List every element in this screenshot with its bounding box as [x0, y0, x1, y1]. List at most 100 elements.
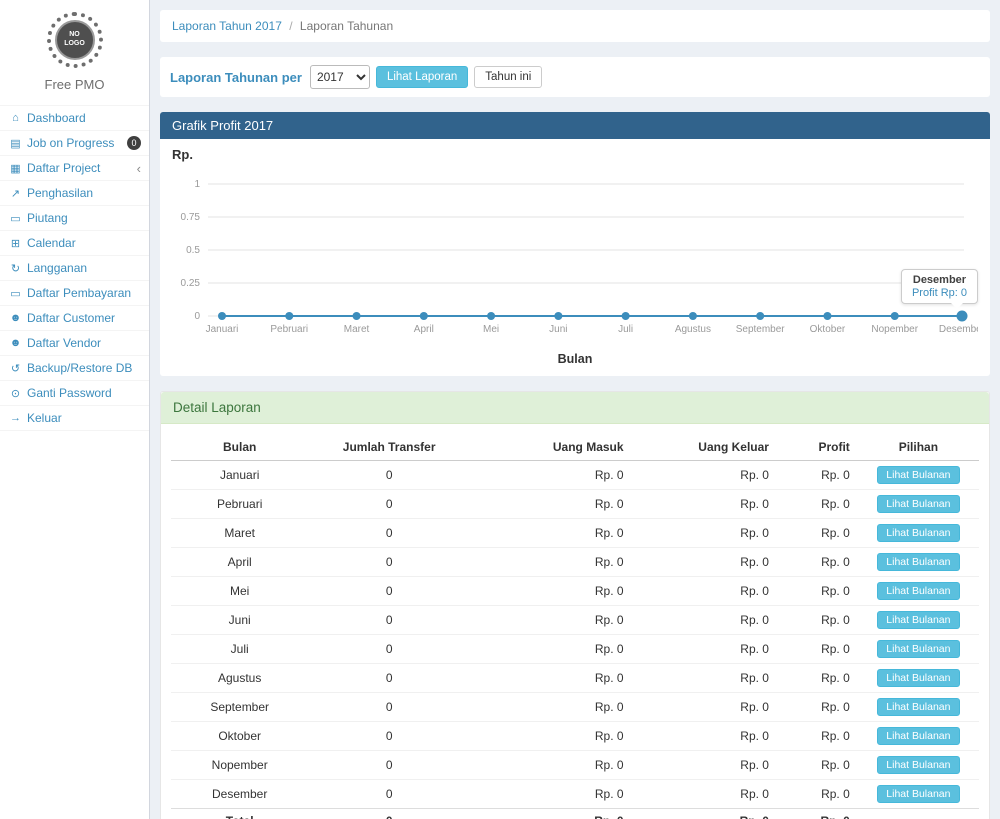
sign-out-icon: →: [8, 412, 23, 424]
tooltip-month: Desember: [912, 274, 967, 286]
sidebar-item-daftar-customer[interactable]: ☻Daftar Customer: [0, 306, 149, 331]
sidebar-item-label: Penghasilan: [27, 186, 93, 200]
chart-point[interactable]: [891, 312, 899, 320]
cell-bulan: Juni: [171, 606, 308, 635]
table-row: Oktober0Rp. 0Rp. 0Rp. 0Lihat Bulanan: [171, 722, 979, 751]
cell-pilihan: Lihat Bulanan: [858, 635, 979, 664]
year-select[interactable]: 2017: [310, 65, 370, 89]
tooltip-value: Profit Rp: 0: [912, 287, 967, 299]
chart-point[interactable]: [957, 311, 968, 322]
sidebar-menu: ⌂Dashboard▤Job on Progress0▦Daftar Proje…: [0, 105, 149, 431]
chart-point[interactable]: [554, 312, 562, 320]
profit-chart-svg: 00.250.50.751JanuariPebruariMaretAprilMe…: [172, 166, 978, 350]
chart-point[interactable]: [353, 312, 361, 320]
brand-name: Free PMO: [0, 77, 149, 92]
table-row: Nopember0Rp. 0Rp. 0Rp. 0Lihat Bulanan: [171, 751, 979, 780]
sidebar-item-calendar[interactable]: ⊞Calendar: [0, 231, 149, 256]
x-tick-label: Juli: [618, 324, 633, 335]
lihat-bulanan-button[interactable]: Lihat Bulanan: [877, 582, 959, 600]
chart-point[interactable]: [218, 312, 226, 320]
lihat-bulanan-button[interactable]: Lihat Bulanan: [877, 524, 959, 542]
chart-point[interactable]: [823, 312, 831, 320]
y-tick-label: 0.5: [186, 245, 200, 256]
sidebar-item-langganan[interactable]: ↻Langganan: [0, 256, 149, 281]
chart-point[interactable]: [420, 312, 428, 320]
sidebar-item-daftar-pembayaran[interactable]: ▭Daftar Pembayaran: [0, 281, 149, 306]
cell-profit: Rp. 0: [777, 664, 858, 693]
sidebar-item-keluar[interactable]: →Keluar: [0, 406, 149, 431]
sidebar-item-label: Piutang: [27, 211, 68, 225]
lihat-bulanan-button[interactable]: Lihat Bulanan: [877, 495, 959, 513]
sidebar-item-dashboard[interactable]: ⌂Dashboard: [0, 106, 149, 131]
lihat-bulanan-button[interactable]: Lihat Bulanan: [877, 669, 959, 687]
chart-point[interactable]: [622, 312, 630, 320]
x-tick-label: Oktober: [810, 324, 846, 335]
cell-keluar: Rp. 0: [632, 635, 777, 664]
sidebar-item-ganti-password[interactable]: ⊙Ganti Password: [0, 381, 149, 406]
sidebar-item-daftar-vendor[interactable]: ☻Daftar Vendor: [0, 331, 149, 356]
lihat-bulanan-button[interactable]: Lihat Bulanan: [877, 698, 959, 716]
column-header-jumlah-transfer: Jumlah Transfer: [308, 434, 470, 461]
sidebar-item-backup-restore-db[interactable]: ↺Backup/Restore DB: [0, 356, 149, 381]
cell-pilihan: Lihat Bulanan: [858, 548, 979, 577]
cell-pilihan: Lihat Bulanan: [858, 780, 979, 809]
lihat-bulanan-button[interactable]: Lihat Bulanan: [877, 727, 959, 745]
cell-masuk: Rp. 0: [470, 751, 632, 780]
lihat-bulanan-button[interactable]: Lihat Bulanan: [877, 611, 959, 629]
cell-keluar: Rp. 0: [632, 780, 777, 809]
cell-bulan: September: [171, 693, 308, 722]
lihat-bulanan-button[interactable]: Lihat Bulanan: [877, 785, 959, 803]
detail-table: BulanJumlah TransferUang MasukUang Kelua…: [171, 434, 979, 819]
cell-transfer: 0: [308, 635, 470, 664]
cell-bulan: April: [171, 548, 308, 577]
cell-bulan: Oktober: [171, 722, 308, 751]
breadcrumb-link[interactable]: Laporan Tahun 2017: [172, 19, 282, 33]
sidebar-item-label: Job on Progress: [27, 136, 114, 150]
lihat-bulanan-button[interactable]: Lihat Bulanan: [877, 466, 959, 484]
cell-bulan: Mei: [171, 577, 308, 606]
column-header-pilihan: Pilihan: [858, 434, 979, 461]
total-profit: Rp. 0: [777, 809, 858, 819]
column-header-bulan: Bulan: [171, 434, 308, 461]
cell-masuk: Rp. 0: [470, 606, 632, 635]
column-header-profit: Profit: [777, 434, 858, 461]
table-row: Mei0Rp. 0Rp. 0Rp. 0Lihat Bulanan: [171, 577, 979, 606]
logo-area: NO LOGO Free PMO: [0, 0, 149, 98]
cell-bulan: Agustus: [171, 664, 308, 693]
lihat-bulanan-button[interactable]: Lihat Bulanan: [877, 640, 959, 658]
x-tick-label: Juni: [549, 324, 567, 335]
cell-transfer: 0: [308, 751, 470, 780]
cell-keluar: Rp. 0: [632, 693, 777, 722]
calendar-icon: ⊞: [8, 237, 23, 250]
table-row: September0Rp. 0Rp. 0Rp. 0Lihat Bulanan: [171, 693, 979, 722]
cell-profit: Rp. 0: [777, 693, 858, 722]
table-row: April0Rp. 0Rp. 0Rp. 0Lihat Bulanan: [171, 548, 979, 577]
chart-point[interactable]: [689, 312, 697, 320]
tahun-ini-button[interactable]: Tahun ini: [474, 66, 542, 88]
lihat-laporan-button[interactable]: Lihat Laporan: [376, 66, 468, 88]
x-tick-label: Pebruari: [270, 324, 308, 335]
sidebar-item-job-on-progress[interactable]: ▤Job on Progress0: [0, 131, 149, 156]
sidebar-item-piutang[interactable]: ▭Piutang: [0, 206, 149, 231]
cell-masuk: Rp. 0: [470, 722, 632, 751]
sidebar-item-label: Daftar Customer: [27, 311, 115, 325]
sidebar-item-penghasilan[interactable]: ↗Penghasilan: [0, 181, 149, 206]
lihat-bulanan-button[interactable]: Lihat Bulanan: [877, 553, 959, 571]
cell-profit: Rp. 0: [777, 780, 858, 809]
detail-panel: Detail Laporan BulanJumlah TransferUang …: [160, 391, 990, 819]
x-tick-label: Nopember: [871, 324, 918, 335]
chart-point[interactable]: [756, 312, 764, 320]
lihat-bulanan-button[interactable]: Lihat Bulanan: [877, 756, 959, 774]
x-tick-label: Mei: [483, 324, 499, 335]
chart-body: Rp. 00.250.50.751JanuariPebruariMaretApr…: [160, 139, 990, 376]
chart-point[interactable]: [487, 312, 495, 320]
sidebar-item-label: Langganan: [27, 261, 87, 275]
cell-profit: Rp. 0: [777, 606, 858, 635]
sidebar-item-daftar-project[interactable]: ▦Daftar Project‹: [0, 156, 149, 181]
cell-pilihan: Lihat Bulanan: [858, 490, 979, 519]
cell-transfer: 0: [308, 722, 470, 751]
x-tick-label: Maret: [344, 324, 370, 335]
total-transfer: 0: [308, 809, 470, 819]
chart-point[interactable]: [285, 312, 293, 320]
y-tick-label: 0: [194, 311, 200, 322]
